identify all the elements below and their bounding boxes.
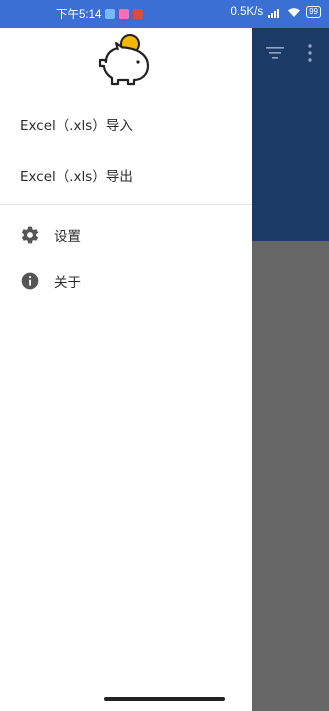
status-bar-right: 0.5K/s 99 [230, 6, 321, 18]
notification-app-icon [133, 9, 144, 19]
signal-icon [268, 8, 280, 18]
menu-item-excel-import[interactable]: Excel（.xls）导入 [0, 101, 252, 147]
battery-icon: 99 [306, 6, 321, 18]
menu-item-label: Excel（.xls）导出 [20, 169, 133, 185]
app-toolbar [252, 36, 329, 72]
menu-item-label: Excel（.xls）导入 [20, 118, 133, 134]
status-time: 下午5:14 [56, 9, 102, 21]
menu-item-excel-export[interactable]: Excel（.xls）导出 [0, 152, 252, 198]
menu-item-label: 设置 [54, 229, 81, 245]
notification-app-icon [105, 9, 116, 19]
menu-item-label: 关于 [54, 275, 81, 291]
info-icon [21, 272, 39, 290]
status-bar-left: 下午5:14 [56, 6, 144, 22]
status-bar: 下午5:14 0.5K/s 99 [0, 0, 329, 28]
notification-app-icon [119, 9, 130, 19]
wifi-icon [288, 7, 301, 17]
drawer-divider [0, 204, 252, 205]
filter-icon[interactable] [266, 46, 284, 60]
more-vert-icon[interactable] [306, 42, 314, 64]
home-indicator[interactable] [104, 697, 225, 701]
network-speed: 0.5K/s [230, 6, 264, 18]
piggy-bank-icon [98, 34, 150, 86]
navigation-drawer: Excel（.xls）导入 Excel（.xls）导出 设置 关于 [0, 28, 252, 711]
menu-item-settings[interactable]: 设置 [0, 212, 252, 258]
menu-item-about[interactable]: 关于 [0, 258, 252, 304]
gear-icon [21, 226, 39, 244]
